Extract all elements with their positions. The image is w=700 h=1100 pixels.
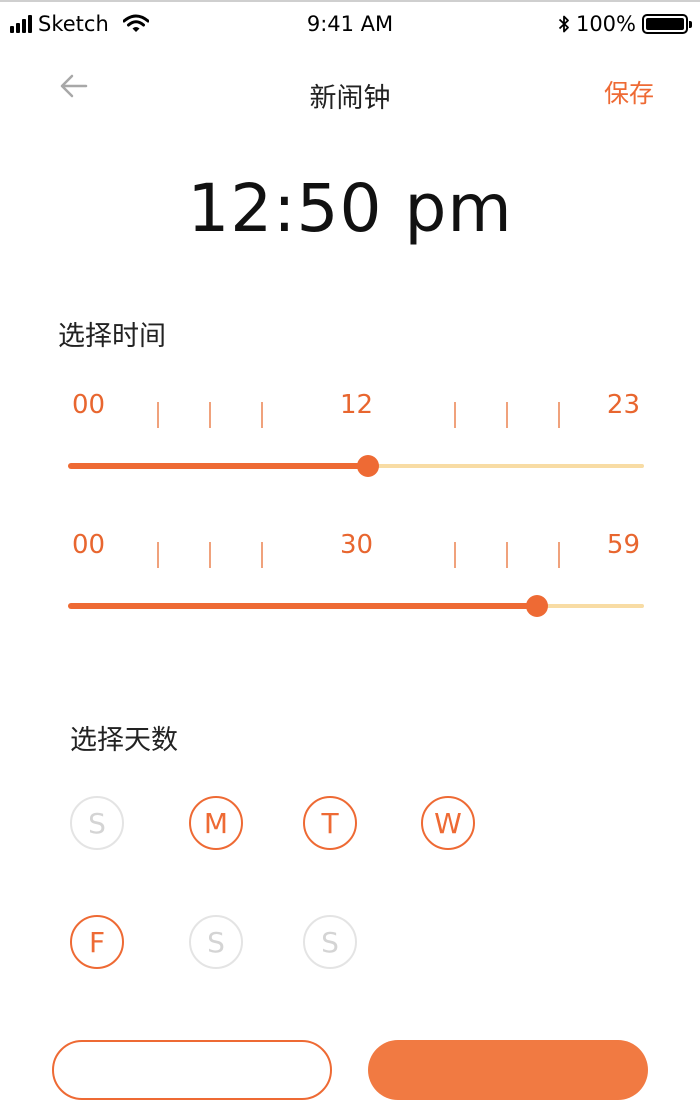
minute-slider-track[interactable]	[68, 595, 644, 617]
confirm-button[interactable]	[368, 1040, 648, 1100]
hour-slider-fill	[68, 463, 368, 469]
hour-slider-track[interactable]	[68, 455, 644, 477]
tick-mark	[157, 542, 159, 568]
tick-mark	[261, 402, 263, 428]
selected-time-display: 12:50 pm	[187, 170, 513, 247]
time-section-label: 选择时间	[58, 321, 166, 352]
day-toggle-saturday[interactable]: S	[189, 915, 243, 969]
hour-slider-thumb[interactable]	[356, 455, 379, 477]
status-right: 100%	[558, 12, 692, 36]
page-title: 新闹钟	[309, 83, 391, 114]
day-toggle-tuesday[interactable]: T	[303, 796, 357, 850]
minute-slider-fill	[68, 603, 538, 609]
minute-mid-label: 30	[340, 530, 374, 560]
day-toggle-wednesday[interactable]: W	[421, 796, 475, 850]
hour-slider[interactable]: 00 12 23	[68, 390, 644, 477]
status-bar: Sketch 9:41 AM 100%	[0, 2, 700, 50]
tick-mark	[209, 542, 211, 568]
battery-icon	[642, 14, 692, 34]
tick-mark	[454, 542, 456, 568]
day-toggle-sunday-2[interactable]: S	[303, 915, 357, 969]
tick-mark	[454, 402, 456, 428]
hour-mid-label: 12	[340, 390, 374, 420]
days-section-label: 选择天数	[70, 725, 178, 756]
tick-mark	[261, 542, 263, 568]
minute-min-label: 00	[72, 530, 106, 560]
cancel-button[interactable]	[52, 1040, 332, 1100]
day-toggle-friday[interactable]: F	[70, 915, 124, 969]
tick-mark	[506, 542, 508, 568]
tick-mark	[558, 542, 560, 568]
battery-percent: 100%	[575, 12, 636, 36]
tick-mark	[209, 402, 211, 428]
hour-max-label: 23	[606, 390, 640, 420]
bluetooth-icon	[558, 15, 569, 33]
nav-bar: 新闹钟 保存	[0, 62, 700, 122]
minute-scale: 00 30 59	[68, 530, 644, 574]
save-button[interactable]: 保存	[604, 74, 654, 110]
tick-mark	[558, 402, 560, 428]
minute-slider-thumb[interactable]	[526, 595, 549, 617]
tick-mark	[506, 402, 508, 428]
tick-mark	[157, 402, 159, 428]
day-toggle-monday[interactable]: M	[189, 796, 243, 850]
hour-min-label: 00	[72, 390, 106, 420]
minute-max-label: 59	[606, 530, 640, 560]
day-toggle-sunday[interactable]: S	[70, 796, 124, 850]
minute-slider[interactable]: 00 30 59	[68, 530, 644, 617]
hour-scale: 00 12 23	[68, 390, 644, 434]
